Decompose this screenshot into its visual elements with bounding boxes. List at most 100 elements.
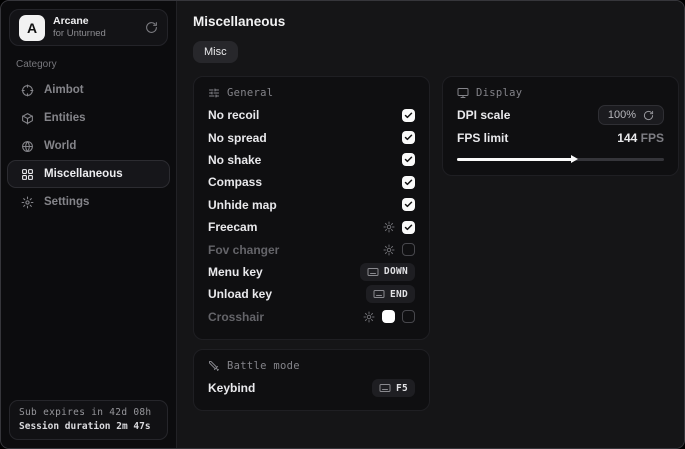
sub-expiry-text: Sub expires in 42d 08h [19,407,158,418]
tab-bar: Misc [193,41,679,63]
battle-panel-header: Battle mode [208,360,415,372]
battle-mode-panel: Battle mode Keybind F5 [193,349,430,411]
fps-number: 144 [617,131,637,145]
refresh-icon[interactable] [643,110,654,121]
keybind-value: END [390,289,408,300]
keybind-button-battle[interactable]: F5 [372,379,415,397]
app-logo: A [19,15,45,41]
setting-label: Compass [208,175,402,189]
sidebar-item-entities[interactable]: Entities [7,104,170,132]
brand-name: Arcane [53,15,137,28]
tab-misc[interactable]: Misc [193,41,238,63]
globe-icon [20,140,34,153]
setting-label: Freecam [208,220,383,234]
dpi-scale-select[interactable]: 100% [598,105,664,125]
setting-label: Unhide map [208,198,402,212]
keyboard-icon [367,266,379,278]
setting-row-no-shake: No shake [208,149,415,171]
fps-limit-value: 144 FPS [617,131,664,145]
panel-title: Battle mode [227,360,300,372]
setting-row-freecam: Freecam [208,216,415,238]
setting-row-no-spread: No spread [208,126,415,148]
setting-row-dpi-scale: DPI scale 100% [457,104,664,126]
general-panel-header: General [208,87,415,99]
session-duration-text: Session duration 2m 47s [19,421,158,432]
slider-fill [457,158,575,161]
keybind-button-unload[interactable]: END [366,285,415,303]
setting-row-fps-limit: FPS limit 144 FPS [457,126,664,148]
keybind-value: F5 [396,383,408,394]
checkbox-no-spread[interactable] [402,131,415,144]
brand-text: Arcane for Unturned [53,15,137,40]
page-title: Miscellaneous [193,14,679,29]
checkbox-crosshair[interactable] [402,310,415,323]
dpi-scale-value: 100% [608,109,636,121]
cube-icon [20,112,34,125]
sidebar-item-label: World [44,140,76,152]
sword-icon [208,360,220,372]
sidebar-item-label: Miscellaneous [44,168,123,180]
setting-label: Fov changer [208,243,383,257]
grid-icon [20,168,34,181]
sidebar-item-label: Entities [44,112,86,124]
sidebar: A Arcane for Unturned Category Aimbot [1,1,177,448]
brand-card[interactable]: A Arcane for Unturned [9,9,168,46]
subscription-info: Sub expires in 42d 08h Session duration … [9,400,168,440]
sidebar-item-world[interactable]: World [7,132,170,160]
setting-label: No shake [208,153,402,167]
keybind-button-menu[interactable]: DOWN [360,263,415,281]
sidebar-nav: Aimbot Entities World [1,76,176,216]
sidebar-item-label: Aimbot [44,84,84,96]
checkbox-freecam[interactable] [402,221,415,234]
setting-row-menu-key: Menu key DOWN [208,261,415,283]
checkbox-no-recoil[interactable] [402,109,415,122]
setting-row-compass: Compass [208,171,415,193]
checkbox-fov-changer[interactable] [402,243,415,256]
panel-title: General [227,87,273,99]
setting-row-keybind: Keybind F5 [208,377,415,399]
sidebar-item-settings[interactable]: Settings [7,188,170,216]
checkbox-compass[interactable] [402,176,415,189]
gear-icon [20,196,34,209]
setting-row-unhide-map: Unhide map [208,194,415,216]
setting-row-crosshair: Crosshair [208,306,415,328]
setting-label: No recoil [208,108,402,122]
setting-label: FPS limit [457,131,617,145]
keyboard-icon [379,382,391,394]
sidebar-item-miscellaneous[interactable]: Miscellaneous [7,160,170,188]
crosshair-icon [20,84,34,97]
panel-title: Display [476,87,522,99]
setting-label: Unload key [208,287,366,301]
monitor-icon [457,87,469,99]
keyboard-icon [373,288,385,300]
refresh-icon[interactable] [145,21,158,34]
fps-unit: FPS [641,131,664,145]
color-swatch[interactable] [382,310,395,323]
setting-row-no-recoil: No recoil [208,104,415,126]
checkbox-no-shake[interactable] [402,153,415,166]
general-panel: General No recoil No spread No shake [193,76,430,340]
fps-limit-slider[interactable] [457,154,664,164]
brand-subtitle: for Unturned [53,28,137,40]
keybind-value: DOWN [384,266,408,277]
gear-icon[interactable] [383,221,395,233]
app-window: A Arcane for Unturned Category Aimbot [0,0,685,449]
display-panel-header: Display [457,87,664,99]
setting-label: Crosshair [208,310,363,324]
setting-label: No spread [208,131,402,145]
sidebar-item-label: Settings [44,196,89,208]
setting-label: Menu key [208,265,360,279]
main-content: Miscellaneous Misc [177,1,685,448]
sidebar-item-aimbot[interactable]: Aimbot [7,76,170,104]
setting-row-fov-changer: Fov changer [208,238,415,260]
gear-icon[interactable] [363,311,375,323]
setting-label: DPI scale [457,108,598,122]
display-panel: Display DPI scale 100% [442,76,679,176]
setting-label: Keybind [208,381,372,395]
category-label: Category [16,59,176,70]
checkbox-unhide-map[interactable] [402,198,415,211]
slider-thumb[interactable] [571,155,578,163]
setting-row-unload-key: Unload key END [208,283,415,305]
sliders-icon [208,87,220,99]
gear-icon[interactable] [383,244,395,256]
